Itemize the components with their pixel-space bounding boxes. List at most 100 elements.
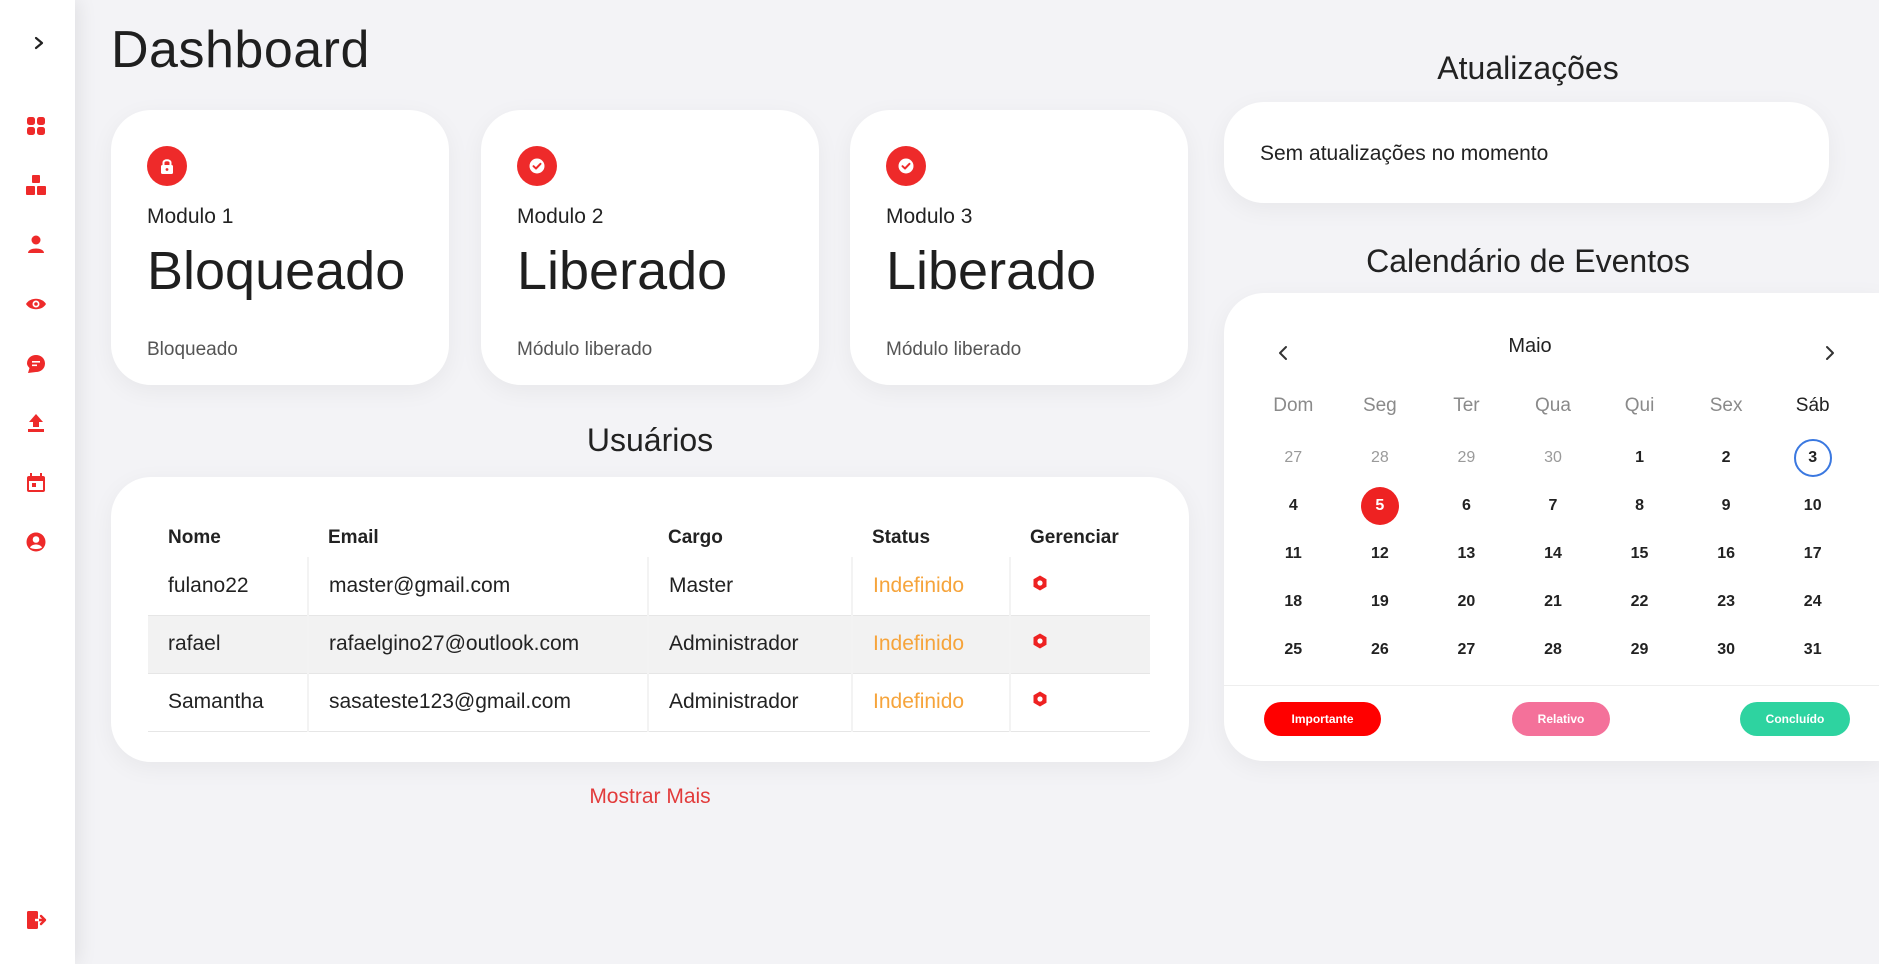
weekday-label: Dom — [1273, 395, 1314, 416]
calendar-day[interactable]: 15 — [1621, 535, 1659, 573]
calendar-day[interactable]: 1 — [1621, 439, 1659, 477]
module-name: Modulo 2 — [517, 205, 604, 228]
calendar-weekdays: Dom Seg Ter Qua Qui Sex Sáb — [1250, 395, 1856, 417]
weekday-label: Sáb — [1795, 395, 1830, 416]
calendar-day[interactable]: 24 — [1794, 583, 1832, 621]
chevron-right-icon[interactable] — [24, 28, 54, 58]
grid-icon[interactable] — [23, 113, 49, 139]
logout-icon[interactable] — [23, 907, 49, 933]
calendar-day[interactable]: 27 — [1447, 631, 1485, 669]
table-header-row: Nome Email Cargo Status Gerenciar — [148, 507, 1150, 557]
calendar-day[interactable]: 2 — [1707, 439, 1745, 477]
legend-relativo[interactable]: Relativo — [1512, 702, 1610, 736]
upload-icon[interactable] — [23, 410, 49, 436]
user-icon[interactable] — [23, 231, 49, 257]
calendar-day[interactable]: 26 — [1361, 631, 1399, 669]
calendar-day[interactable]: 22 — [1621, 583, 1659, 621]
column-header-cargo: Cargo — [668, 527, 723, 548]
calendar-week: 25 26 27 28 29 30 31 — [1250, 631, 1856, 669]
calendar-month: Maio — [1508, 335, 1552, 357]
calendar-day[interactable]: 28 — [1534, 631, 1572, 669]
legend-concluido[interactable]: Concluído — [1740, 702, 1850, 736]
calendar-divider — [1224, 685, 1879, 686]
module-card-3: Modulo 3 Liberado Módulo liberado — [850, 110, 1188, 385]
calendar-day[interactable]: 19 — [1361, 583, 1399, 621]
calendar-day[interactable]: 8 — [1621, 487, 1659, 525]
weekday-label: Seg — [1362, 395, 1397, 416]
calendar-day[interactable]: 29 — [1447, 439, 1485, 477]
table-row: rafael rafaelgino27@outlook.com Administ… — [148, 615, 1150, 674]
user-role: Administrador — [647, 615, 852, 674]
eye-icon[interactable] — [23, 291, 49, 317]
chat-icon[interactable] — [23, 351, 49, 377]
calendar-day[interactable]: 30 — [1707, 631, 1745, 669]
legend-importante[interactable]: Importante — [1264, 702, 1381, 736]
calendar-day[interactable]: 25 — [1274, 631, 1312, 669]
calendar-day[interactable]: 7 — [1534, 487, 1572, 525]
calendar-day[interactable]: 18 — [1274, 583, 1312, 621]
column-header-status: Status — [872, 527, 931, 548]
updates-title: Atualizações — [1437, 50, 1619, 86]
calendar-day[interactable]: 3 — [1793, 439, 1832, 477]
user-status: Indefinido — [851, 615, 1010, 674]
module-status: Bloqueado — [147, 241, 406, 301]
calendar-week: 18 19 20 21 22 23 24 — [1250, 583, 1856, 621]
show-more-link[interactable]: Mostrar Mais — [585, 785, 715, 809]
calendar-day[interactable]: 16 — [1707, 535, 1745, 573]
user-name: rafael — [148, 615, 308, 674]
calendar-week: 4 5 6 7 8 9 10 — [1250, 487, 1856, 525]
module-card-2: Modulo 2 Liberado Módulo liberado — [481, 110, 819, 385]
settings-icon[interactable] — [1031, 574, 1049, 592]
user-name: Samantha — [148, 673, 308, 732]
calendar-day[interactable]: 5 — [1360, 487, 1399, 525]
table-row: Samantha sasateste123@gmail.com Administ… — [148, 673, 1150, 732]
module-name: Modulo 3 — [886, 205, 973, 228]
account-circle-icon[interactable] — [23, 529, 49, 555]
column-header-email: Email — [328, 527, 379, 548]
user-role: Administrador — [647, 673, 852, 732]
calendar-day[interactable]: 28 — [1361, 439, 1399, 477]
calendar-day[interactable]: 30 — [1534, 439, 1572, 477]
calendar-day[interactable]: 6 — [1447, 487, 1485, 525]
calendar-day[interactable]: 21 — [1534, 583, 1572, 621]
module-name: Modulo 1 — [147, 205, 234, 228]
sidebar — [0, 0, 75, 964]
module-description: Módulo liberado — [517, 339, 653, 360]
updates-message: Sem atualizações no momento — [1260, 142, 1549, 165]
chevron-left-icon[interactable] — [1273, 343, 1293, 363]
calendar-day[interactable]: 23 — [1707, 583, 1745, 621]
module-status: Liberado — [517, 241, 728, 301]
user-status: Indefinido — [851, 673, 1010, 732]
calendar-day[interactable]: 31 — [1794, 631, 1832, 669]
user-email: sasateste123@gmail.com — [307, 673, 648, 732]
settings-icon[interactable] — [1031, 690, 1049, 708]
chevron-right-icon[interactable] — [1820, 343, 1840, 363]
calendar-day[interactable]: 11 — [1274, 535, 1312, 573]
calendar-day[interactable]: 20 — [1447, 583, 1485, 621]
manage-cell — [1009, 557, 1150, 616]
calendar-day[interactable]: 10 — [1794, 487, 1832, 525]
settings-icon[interactable] — [1031, 632, 1049, 650]
check-circle-icon — [517, 146, 557, 186]
calendar-day[interactable]: 9 — [1707, 487, 1745, 525]
user-role: Master — [647, 557, 852, 616]
weekday-label: Ter — [1453, 395, 1480, 416]
weekday-label: Qua — [1535, 395, 1571, 416]
module-description: Módulo liberado — [886, 339, 1022, 360]
user-status: Indefinido — [851, 557, 1010, 616]
users-table: Nome Email Cargo Status Gerenciar fulano… — [148, 507, 1150, 732]
calendar-day[interactable]: 13 — [1447, 535, 1485, 573]
calendar-day[interactable]: 27 — [1274, 439, 1312, 477]
lock-icon — [147, 146, 187, 186]
weekday-label: Sex — [1709, 395, 1743, 416]
calendar-day[interactable]: 14 — [1534, 535, 1572, 573]
module-card-1: Modulo 1 Bloqueado Bloqueado — [111, 110, 449, 385]
calendar-day[interactable]: 12 — [1361, 535, 1399, 573]
calendar-day[interactable]: 17 — [1794, 535, 1832, 573]
calendar-icon[interactable] — [23, 470, 49, 496]
blocks-icon[interactable] — [23, 172, 49, 198]
calendar-week: 27 28 29 30 1 2 3 — [1250, 439, 1856, 477]
calendar-day[interactable]: 29 — [1621, 631, 1659, 669]
calendar-day[interactable]: 4 — [1274, 487, 1312, 525]
user-name: fulano22 — [148, 557, 308, 616]
